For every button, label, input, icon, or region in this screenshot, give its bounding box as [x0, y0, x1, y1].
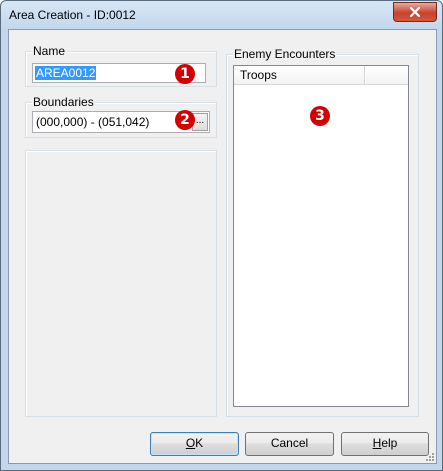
- encounters-list-header: Troops: [234, 66, 408, 85]
- ok-button[interactable]: OK: [150, 432, 239, 456]
- cancel-button[interactable]: Cancel: [245, 432, 334, 456]
- enemy-encounters-group-label: Enemy Encounters: [233, 47, 337, 61]
- help-label-rest: elp: [381, 436, 398, 450]
- dialog-window: Area Creation - ID:0012 Name AREA0012 1 …: [0, 0, 443, 471]
- name-group-label: Name: [32, 44, 67, 58]
- close-icon: [410, 7, 420, 17]
- name-input-selected-text: AREA0012: [35, 66, 97, 80]
- resize-grip-icon[interactable]: [425, 452, 435, 462]
- cancel-label: Cancel: [270, 436, 309, 450]
- annotation-badge-3: 3: [310, 106, 330, 126]
- dialog-client-area: Name AREA0012 1 Boundaries (000,000) - (…: [8, 29, 437, 464]
- ok-label-rest: K: [195, 436, 204, 450]
- boundaries-value: (000,000) - (051,042): [36, 115, 150, 129]
- annotation-badge-1: 1: [175, 64, 195, 84]
- window-title: Area Creation - ID:0012: [9, 8, 136, 22]
- help-button[interactable]: Help: [341, 432, 429, 456]
- ok-mnemonic: O: [185, 436, 196, 450]
- title-bar[interactable]: Area Creation - ID:0012: [1, 1, 442, 29]
- empty-panel: [25, 150, 217, 417]
- column-header-troops[interactable]: Troops: [234, 66, 365, 84]
- column-header-empty[interactable]: [365, 66, 408, 84]
- column-header-troops-label: Troops: [240, 68, 277, 82]
- annotation-badge-2: 2: [175, 110, 195, 130]
- boundaries-group-label: Boundaries: [32, 95, 95, 109]
- close-button[interactable]: [393, 2, 437, 22]
